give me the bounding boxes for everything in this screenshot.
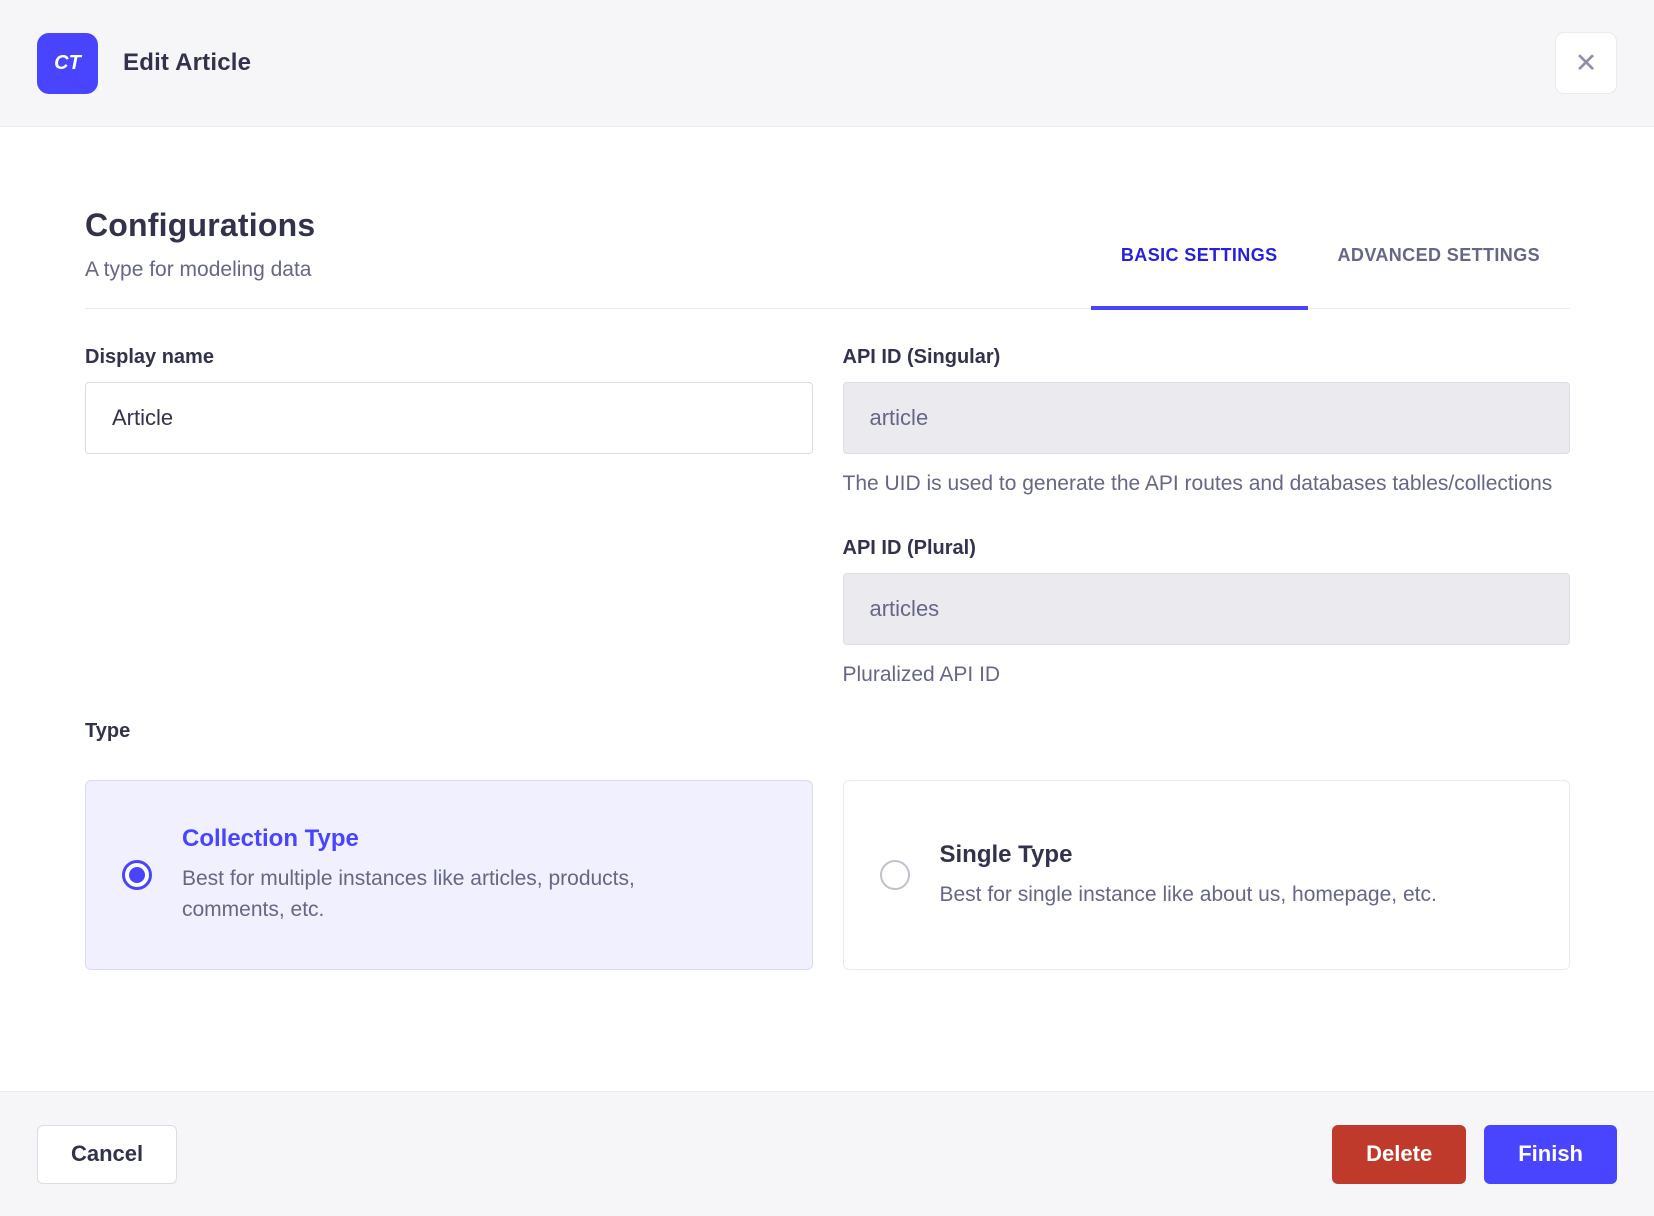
modal-title: Edit Article	[123, 49, 252, 76]
edit-article-modal: CT Edit Article ✕ Configurations A type …	[0, 0, 1654, 1216]
configurations-header-row: Configurations A type for modeling data …	[85, 207, 1570, 310]
single-type-description: Best for single instance like about us, …	[939, 882, 1437, 906]
footer-actions: Delete Finish	[1332, 1124, 1617, 1184]
content-type-badge-label: CT	[54, 51, 81, 74]
api-id-singular-input	[842, 382, 1570, 454]
display-name-field: Display name	[85, 346, 813, 690]
display-name-label: Display name	[85, 346, 214, 368]
modal-footer: Cancel Delete Finish	[0, 1091, 1654, 1216]
api-id-fields: API ID (Singular) The UID is used to gen…	[842, 346, 1570, 690]
display-name-input[interactable]	[85, 382, 813, 454]
single-type-radio[interactable]	[879, 860, 910, 890]
close-icon: ✕	[1574, 47, 1598, 78]
api-id-singular-hint: The UID is used to generate the API rout…	[842, 472, 1553, 495]
api-id-plural-hint: Pluralized API ID	[842, 663, 1001, 686]
finish-button[interactable]: Finish	[1484, 1124, 1617, 1184]
configuration-form: Display name API ID (Singular) The UID i…	[85, 346, 1570, 970]
collection-type-title: Collection Type	[182, 825, 359, 852]
collection-type-text: Collection Type Best for multiple instan…	[182, 825, 742, 925]
settings-tabs: BASIC SETTINGS ADVANCED SETTINGS	[1090, 245, 1570, 310]
single-type-title: Single Type	[939, 840, 1073, 868]
delete-button[interactable]: Delete	[1332, 1124, 1467, 1184]
single-type-card[interactable]: Single Type Best for single instance lik…	[842, 780, 1570, 970]
tab-advanced-settings[interactable]: ADVANCED SETTINGS	[1308, 245, 1570, 310]
collection-type-radio[interactable]	[122, 860, 152, 890]
api-id-singular-field: API ID (Singular) The UID is used to gen…	[842, 346, 1570, 499]
collection-type-card[interactable]: Collection Type Best for multiple instan…	[85, 780, 813, 970]
cancel-button[interactable]: Cancel	[37, 1124, 178, 1184]
api-id-plural-label: API ID (Plural)	[842, 537, 976, 559]
api-id-plural-field: API ID (Plural) Pluralized API ID	[842, 537, 1570, 690]
content-type-badge: CT	[37, 32, 98, 94]
page-title: Configurations	[85, 207, 316, 243]
api-id-plural-input	[842, 573, 1570, 645]
modal-body: Configurations A type for modeling data …	[0, 127, 1654, 1091]
type-label: Type	[85, 720, 131, 742]
page-subtitle: A type for modeling data	[85, 258, 312, 281]
api-id-singular-label: API ID (Singular)	[842, 346, 1001, 368]
single-type-text: Single Type Best for single instance lik…	[940, 841, 1437, 910]
collection-type-description: Best for multiple instances like article…	[182, 867, 635, 921]
tab-basic-settings[interactable]: BASIC SETTINGS	[1090, 245, 1308, 310]
configurations-heading-block: Configurations A type for modeling data	[85, 207, 315, 308]
modal-header: CT Edit Article ✕	[0, 0, 1654, 127]
close-button[interactable]: ✕	[1555, 32, 1617, 94]
